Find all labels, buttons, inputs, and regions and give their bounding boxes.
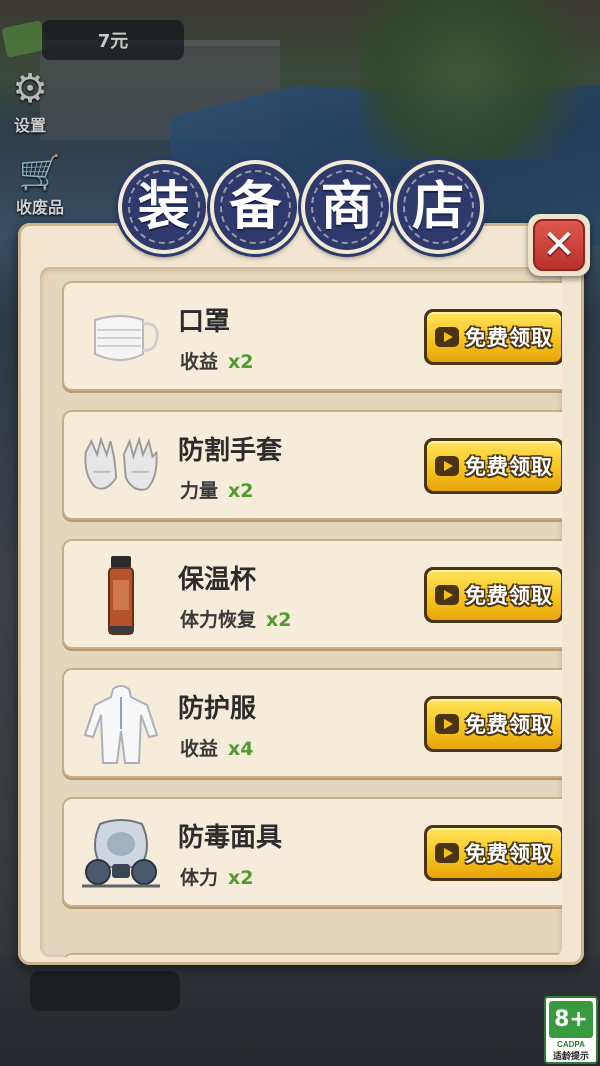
- age-rating-tip: 适龄提示: [552, 1052, 589, 1062]
- shop-panel: 口罩 收益 x2 免费领取 防割手套 力量 x2 免费领取 保温杯 体力恢复 x…: [18, 223, 584, 965]
- shop-item-card: 保温杯 体力恢复 x2 免费领取: [62, 539, 562, 649]
- age-rating-badge: 8+ CADPA 适龄提示: [544, 996, 598, 1064]
- background-debris: [30, 971, 180, 1011]
- shop-item-card: 防毒面具 体力 x2 免费领取: [62, 797, 562, 907]
- item-multiplier: x4: [228, 738, 254, 760]
- free-claim-label: 免费领取: [465, 584, 553, 608]
- gloves-icon: [78, 424, 164, 510]
- free-claim-button[interactable]: 免费领取: [424, 438, 562, 494]
- video-ad-icon: [435, 713, 461, 735]
- close-icon: ✕: [533, 219, 585, 271]
- item-stat-label: 收益: [180, 351, 219, 373]
- shop-item-card: 口罩 收益 x2 免费领取: [62, 281, 562, 391]
- settings-button[interactable]: ⚙ 设置: [4, 66, 56, 136]
- title-disc: 装: [118, 160, 210, 254]
- title-disc: 店: [392, 160, 484, 254]
- item-name: 防割手套: [178, 436, 283, 466]
- video-ad-icon: [435, 584, 461, 606]
- free-claim-button[interactable]: 免费领取: [424, 696, 562, 752]
- age-rating-org: CADPA: [557, 1040, 585, 1049]
- item-multiplier: x2: [266, 609, 292, 631]
- item-name: 防护服: [178, 694, 257, 724]
- close-button[interactable]: ✕: [528, 214, 590, 276]
- age-rating-value: 8+: [549, 1001, 593, 1038]
- title-char: 备: [229, 177, 282, 237]
- title-char: 商: [320, 177, 373, 237]
- item-stat-label: 体力: [180, 867, 219, 889]
- item-multiplier: x2: [228, 480, 254, 502]
- free-claim-label: 免费领取: [465, 713, 553, 737]
- item-stat: 体力恢复 x2: [180, 605, 292, 632]
- cart-icon: 🛒: [18, 153, 62, 193]
- item-name: 保温杯: [178, 565, 257, 595]
- item-name: 口罩: [178, 307, 231, 337]
- shop-item-list[interactable]: 口罩 收益 x2 免费领取 防割手套 力量 x2 免费领取 保温杯 体力恢复 x…: [40, 267, 562, 957]
- item-stat: 收益 x2: [180, 347, 254, 374]
- shop-item-card: 防割手套 力量 x2 免费领取: [62, 410, 562, 520]
- thermos-icon: [78, 553, 164, 639]
- video-ad-icon: [435, 455, 461, 477]
- title-char: 装: [137, 177, 190, 237]
- title-disc: 商: [301, 160, 393, 254]
- shop-item-card: 防护服 收益 x4 免费领取: [62, 668, 562, 778]
- video-ad-icon: [435, 842, 461, 864]
- item-multiplier: x2: [228, 351, 254, 373]
- free-claim-button[interactable]: 免费领取: [424, 567, 562, 623]
- item-stat-label: 力量: [180, 480, 219, 502]
- face-mask-icon: [78, 295, 164, 381]
- item-multiplier: x2: [228, 867, 254, 889]
- item-stat-label: 收益: [180, 738, 219, 760]
- item-stat: 收益 x4: [180, 734, 254, 761]
- recycle-button[interactable]: 🛒 收废品: [2, 152, 78, 218]
- money-value: 7元: [97, 31, 129, 52]
- free-claim-label: 免费领取: [465, 455, 553, 479]
- item-stat: 体力 x2: [180, 863, 254, 890]
- free-claim-button[interactable]: 免费领取: [424, 309, 562, 365]
- recycle-label: 收废品: [15, 198, 64, 217]
- money-display: 7元: [42, 20, 184, 60]
- protective-suit-icon: [78, 682, 164, 768]
- shop-item-card-partial: [62, 953, 562, 957]
- title-char: 店: [412, 177, 465, 237]
- free-claim-button[interactable]: 免费领取: [424, 825, 562, 881]
- title-disc: 备: [209, 160, 301, 254]
- gas-mask-icon: [78, 811, 164, 897]
- free-claim-label: 免费领取: [465, 326, 553, 350]
- gear-icon: ⚙: [12, 66, 48, 112]
- free-claim-label: 免费领取: [465, 842, 553, 866]
- item-name: 防毒面具: [178, 823, 283, 853]
- video-ad-icon: [435, 326, 461, 348]
- settings-label: 设置: [13, 116, 46, 135]
- item-stat-label: 体力恢复: [180, 609, 257, 631]
- shop-title: 装 备 商 店: [118, 158, 484, 256]
- background-tree: [360, 0, 600, 160]
- item-stat: 力量 x2: [180, 476, 254, 503]
